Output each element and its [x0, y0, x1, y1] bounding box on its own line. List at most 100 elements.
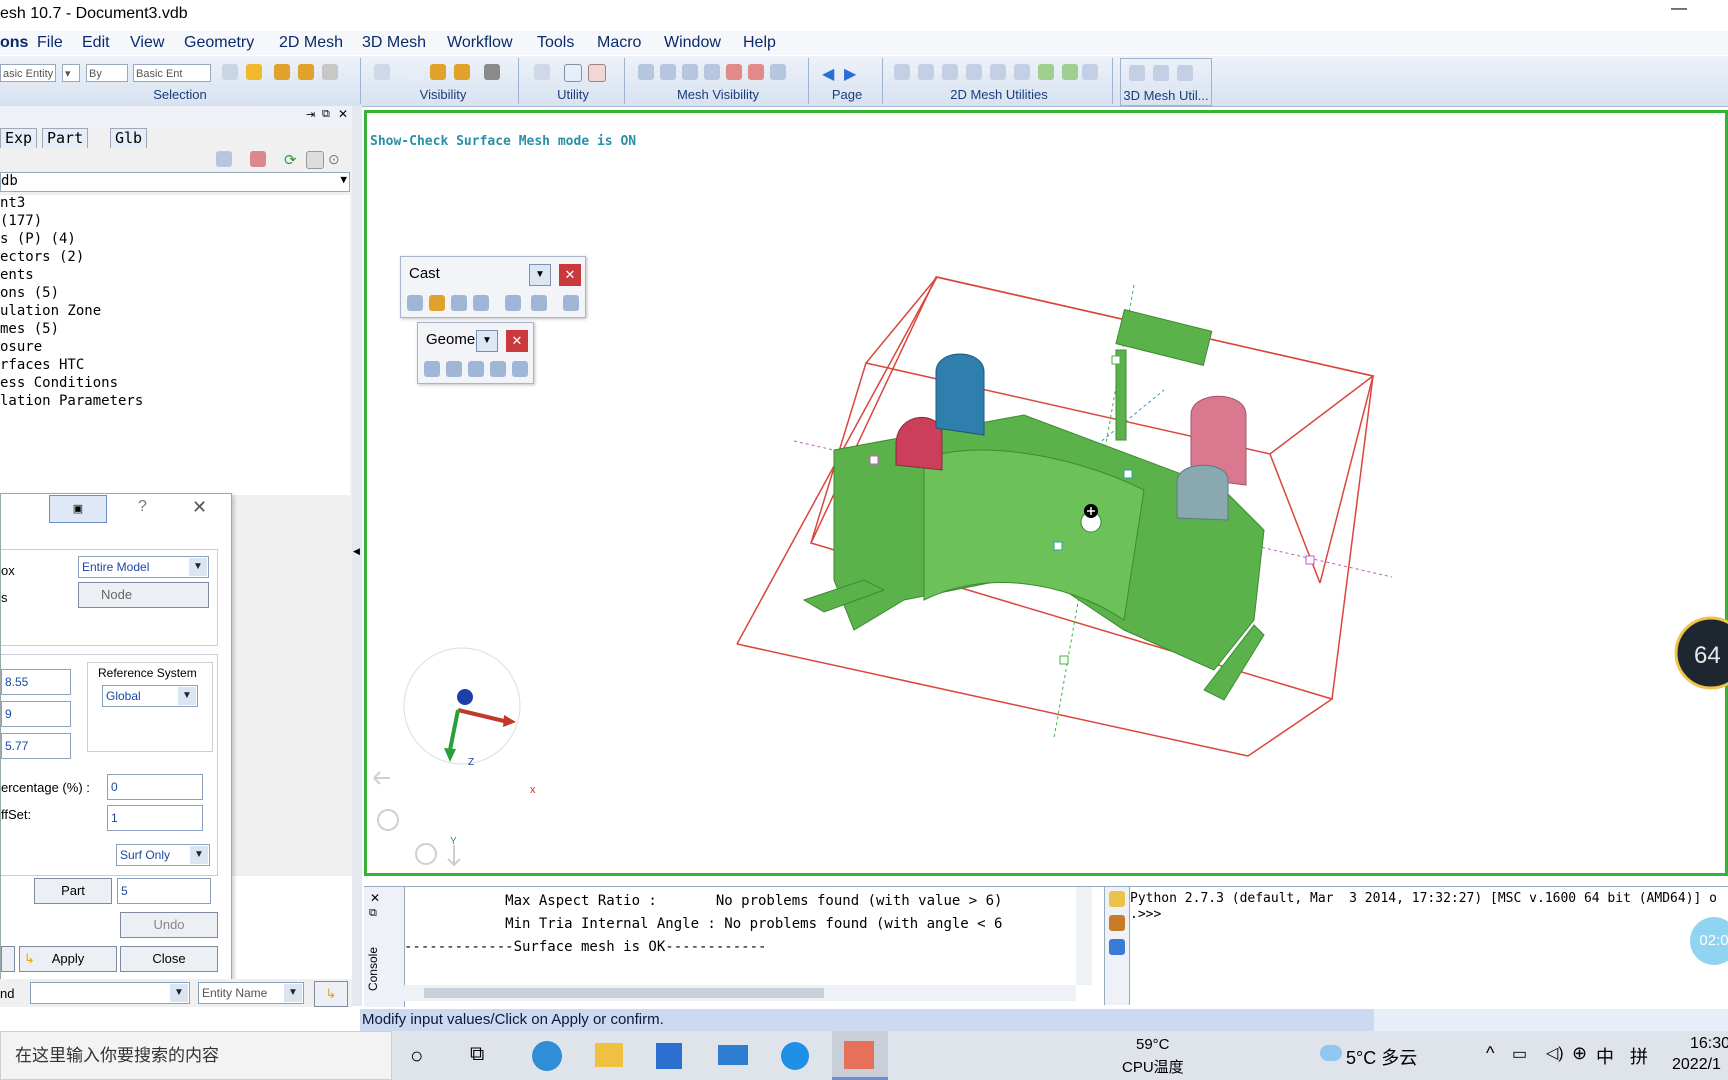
menu-help[interactable]: Help — [743, 34, 776, 52]
2d-util-icon-4[interactable] — [966, 64, 982, 80]
close-button[interactable]: ✕ — [192, 497, 207, 518]
chevron-down-icon[interactable]: ▼ — [340, 173, 347, 186]
file-explorer-icon[interactable] — [595, 1043, 623, 1067]
eye-icon[interactable] — [408, 64, 424, 80]
store-icon[interactable] — [656, 1043, 682, 1069]
2d-util-icon-1[interactable] — [894, 64, 910, 80]
undo-button[interactable]: Undo — [120, 912, 218, 938]
mesh-vis-icon-2[interactable] — [660, 64, 676, 80]
cast-tool-icon-5[interactable] — [505, 295, 521, 311]
chevron-down-icon[interactable]: ▼ — [178, 687, 196, 705]
tree-item[interactable]: lation Parameters — [0, 393, 143, 409]
entity-select[interactable]: ▼ — [30, 982, 190, 1004]
tree-item[interactable]: osure — [0, 339, 42, 355]
close-icon[interactable]: ✕ — [338, 107, 348, 121]
tree-item[interactable]: ess Conditions — [0, 375, 118, 391]
geom-tool-icon-5[interactable] — [512, 361, 528, 377]
menu-workflow[interactable]: Workflow — [447, 34, 513, 52]
python-tool-icon-1[interactable] — [1109, 891, 1125, 907]
collapse-arrow-icon[interactable]: ◀ — [353, 546, 360, 557]
tab-explorer[interactable]: Exp — [0, 128, 38, 150]
page-back-icon[interactable]: ◀ — [822, 64, 838, 83]
cast-tool-icon-3[interactable] — [451, 295, 467, 311]
menu-tools[interactable]: Tools — [537, 34, 574, 52]
network-icon[interactable]: ⊕ — [1572, 1043, 1587, 1064]
visual-mesh-taskbar-button[interactable] — [832, 1031, 888, 1080]
battery-icon[interactable]: ▭ — [1512, 1044, 1527, 1064]
cast-tool-icon-6[interactable] — [531, 295, 547, 311]
2d-util-icon-7[interactable] — [1038, 64, 1054, 80]
help-button[interactable]: ? — [138, 498, 147, 516]
float-icon[interactable]: ⧉ — [322, 108, 330, 121]
edge-icon[interactable] — [532, 1041, 562, 1071]
select-2d-icon[interactable] — [298, 64, 314, 80]
timer-badge[interactable]: 02:0 — [1690, 917, 1728, 965]
apply-button[interactable]: ↳ Apply — [19, 946, 117, 972]
console-tab-label[interactable]: Console — [366, 947, 380, 991]
highlight-icon[interactable] — [246, 64, 262, 80]
geom-tool-icon-4[interactable] — [490, 361, 506, 377]
visibility-options-icon[interactable] — [484, 64, 500, 80]
taskbar-search-box[interactable]: 在这里输入你要搜索的内容 — [0, 1031, 392, 1080]
entity-apply-button[interactable]: ↳ — [314, 981, 348, 1007]
2d-util-icon-2[interactable] — [918, 64, 934, 80]
cast-tool-icon-1[interactable] — [407, 295, 423, 311]
menu-2d-mesh[interactable]: 2D Mesh — [279, 34, 343, 52]
select-tool-icon[interactable] — [222, 64, 238, 80]
python-tool-icon-2[interactable] — [1109, 915, 1125, 931]
2d-util-icon-9[interactable] — [1082, 64, 1098, 80]
pin-icon[interactable]: ⇥ — [306, 108, 315, 121]
node-button[interactable]: Node — [78, 582, 209, 608]
mesh-vis-icon-6[interactable] — [748, 64, 764, 80]
menu-view[interactable]: View — [130, 34, 164, 52]
geom-tool-icon-2[interactable] — [446, 361, 462, 377]
tree-item[interactable]: ectors (2) — [0, 249, 84, 265]
volume-icon[interactable]: ◁) — [1546, 1043, 1564, 1063]
value-x-field[interactable]: 8.55 — [1, 669, 71, 695]
page-forward-icon[interactable]: ▶ — [844, 64, 860, 83]
weather-text[interactable]: 5°C 多云 — [1346, 1044, 1417, 1070]
tree-item[interactable]: mes (5) — [0, 321, 59, 337]
sort-icon[interactable] — [250, 151, 266, 167]
python-tool-icon-3[interactable] — [1109, 939, 1125, 955]
float-icon[interactable]: ⧉ — [369, 907, 377, 920]
select-3d-icon[interactable] — [274, 64, 290, 80]
3d-util-icon-3[interactable] — [1177, 65, 1193, 81]
mesh-vis-icon-3[interactable] — [682, 64, 698, 80]
geom-tool-icon-1[interactable] — [424, 361, 440, 377]
menu-ons[interactable]: ons — [0, 34, 28, 52]
grid-icon[interactable] — [564, 64, 582, 82]
collapse-icon[interactable] — [306, 151, 324, 169]
entity-type-dropdown[interactable]: ▾ — [62, 64, 80, 82]
minimize-button[interactable]: — — [1664, 0, 1694, 18]
tree-item[interactable]: rfaces HTC — [0, 357, 84, 373]
options-icon[interactable]: ⊙ — [328, 151, 344, 167]
3d-util-icon-2[interactable] — [1153, 65, 1169, 81]
close-icon[interactable]: ✕ — [370, 891, 380, 905]
clock-time[interactable]: 16:30 — [1690, 1035, 1728, 1053]
3d-util-icon-1[interactable] — [1129, 65, 1145, 81]
ime-indicator[interactable]: 中 — [1596, 1043, 1614, 1069]
part-button[interactable]: Part — [34, 878, 112, 904]
chevron-down-icon[interactable]: ▼ — [284, 984, 302, 1002]
entity-type-combo[interactable]: asic Entity — [0, 64, 56, 82]
mesh-vis-icon-1[interactable] — [638, 64, 654, 80]
cast-tool-icon-4[interactable] — [473, 295, 489, 311]
basic-entity-combo[interactable]: Basic Ent — [133, 64, 211, 82]
mail-icon[interactable] — [718, 1045, 748, 1065]
model-canvas[interactable]: x Y Z 64 — [364, 110, 1728, 876]
tree-item[interactable]: (177) — [0, 213, 42, 229]
2d-util-icon-6[interactable] — [1014, 64, 1030, 80]
clock-date[interactable]: 2022/1 — [1672, 1056, 1721, 1074]
menu-file[interactable]: File — [37, 34, 63, 52]
value-y-field[interactable]: 9 — [1, 701, 71, 727]
panel-splitter[interactable]: ◀ — [352, 106, 362, 1006]
value-z-field[interactable]: 5.77 — [1, 733, 71, 759]
2d-util-icon-3[interactable] — [942, 64, 958, 80]
tree-item[interactable]: ents — [0, 267, 34, 283]
cortana-icon[interactable]: ○ — [410, 1043, 423, 1069]
reference-system-select[interactable]: Global ▼ — [102, 685, 198, 707]
cast-palette-dropdown[interactable]: ▼ — [529, 264, 551, 286]
menu-macro[interactable]: Macro — [597, 34, 641, 52]
2d-util-icon-8[interactable] — [1062, 64, 1078, 80]
